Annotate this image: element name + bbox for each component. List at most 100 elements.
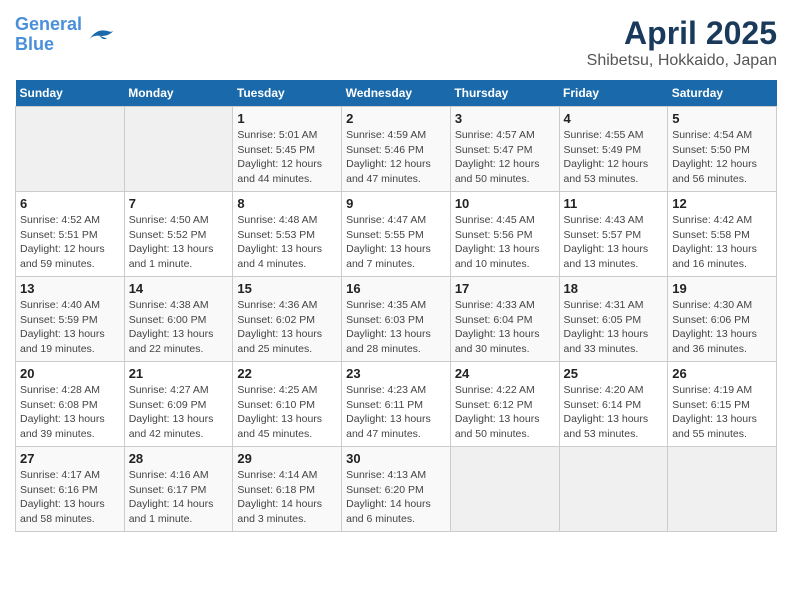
day-number: 13: [20, 281, 120, 296]
calendar-cell: 24 Sunrise: 4:22 AM Sunset: 6:12 PM Dayli…: [450, 362, 559, 447]
logo-bird-icon: [86, 20, 116, 50]
calendar-week-row: 13 Sunrise: 4:40 AM Sunset: 5:59 PM Dayli…: [16, 277, 777, 362]
day-info: Sunrise: 4:57 AM Sunset: 5:47 PM Dayligh…: [455, 128, 555, 187]
day-number: 29: [237, 451, 337, 466]
day-number: 10: [455, 196, 555, 211]
weekday-header-friday: Friday: [559, 80, 668, 107]
day-info: Sunrise: 4:22 AM Sunset: 6:12 PM Dayligh…: [455, 383, 555, 442]
calendar-cell: 19Sunrise: 4:30 AM Sunset: 6:06 PM Dayli…: [668, 277, 777, 362]
logo-text: General Blue: [15, 15, 82, 55]
calendar-cell: 10 Sunrise: 4:45 AM Sunset: 5:56 PM Dayli…: [450, 192, 559, 277]
weekday-header-tuesday: Tuesday: [233, 80, 342, 107]
calendar-week-row: 27 Sunrise: 4:17 AM Sunset: 6:16 PM Dayli…: [16, 447, 777, 532]
location-title: Shibetsu, Hokkaido, Japan: [587, 52, 777, 70]
day-number: 9: [346, 196, 446, 211]
day-number: 16: [346, 281, 446, 296]
day-number: 18: [564, 281, 664, 296]
calendar-cell: 11Sunrise: 4:43 AM Sunset: 5:57 PM Dayli…: [559, 192, 668, 277]
day-info: Sunrise: 4:25 AM Sunset: 6:10 PM Dayligh…: [237, 383, 337, 442]
calendar-table: SundayMondayTuesdayWednesdayThursdayFrid…: [15, 80, 777, 532]
calendar-cell: 21 Sunrise: 4:27 AM Sunset: 6:09 PM Dayli…: [124, 362, 233, 447]
day-info: Sunrise: 4:28 AM Sunset: 6:08 PM Dayligh…: [20, 383, 120, 442]
calendar-cell: 27 Sunrise: 4:17 AM Sunset: 6:16 PM Dayli…: [16, 447, 125, 532]
day-info: Sunrise: 4:19 AM Sunset: 6:15 PM Dayligh…: [672, 383, 772, 442]
day-info: Sunrise: 4:55 AM Sunset: 5:49 PM Dayligh…: [564, 128, 664, 187]
day-info: Sunrise: 4:45 AM Sunset: 5:56 PM Dayligh…: [455, 213, 555, 272]
calendar-cell: 18 Sunrise: 4:31 AM Sunset: 6:05 PM Dayli…: [559, 277, 668, 362]
calendar-cell: [16, 107, 125, 192]
day-number: 22: [237, 366, 337, 381]
calendar-cell: 3Sunrise: 4:57 AM Sunset: 5:47 PM Daylig…: [450, 107, 559, 192]
day-info: Sunrise: 4:48 AM Sunset: 5:53 PM Dayligh…: [237, 213, 337, 272]
calendar-cell: [450, 447, 559, 532]
day-info: Sunrise: 5:01 AM Sunset: 5:45 PM Dayligh…: [237, 128, 337, 187]
day-number: 7: [129, 196, 229, 211]
day-info: Sunrise: 4:52 AM Sunset: 5:51 PM Dayligh…: [20, 213, 120, 272]
day-info: Sunrise: 4:50 AM Sunset: 5:52 PM Dayligh…: [129, 213, 229, 272]
day-number: 25: [564, 366, 664, 381]
day-info: Sunrise: 4:17 AM Sunset: 6:16 PM Dayligh…: [20, 468, 120, 527]
day-number: 6: [20, 196, 120, 211]
day-info: Sunrise: 4:13 AM Sunset: 6:20 PM Dayligh…: [346, 468, 446, 527]
calendar-week-row: 20 Sunrise: 4:28 AM Sunset: 6:08 PM Dayli…: [16, 362, 777, 447]
day-number: 8: [237, 196, 337, 211]
day-info: Sunrise: 4:42 AM Sunset: 5:58 PM Dayligh…: [672, 213, 772, 272]
calendar-cell: 16 Sunrise: 4:35 AM Sunset: 6:03 PM Dayli…: [342, 277, 451, 362]
day-number: 15: [237, 281, 337, 296]
day-number: 27: [20, 451, 120, 466]
logo: General Blue: [15, 15, 116, 55]
header: General Blue April 2025 Shibetsu, Hokkai…: [15, 15, 777, 70]
day-number: 24: [455, 366, 555, 381]
day-number: 11: [564, 196, 664, 211]
day-info: Sunrise: 4:38 AM Sunset: 6:00 PM Dayligh…: [129, 298, 229, 357]
calendar-cell: 6 Sunrise: 4:52 AM Sunset: 5:51 PM Daylig…: [16, 192, 125, 277]
day-number: 17: [455, 281, 555, 296]
calendar-cell: 1Sunrise: 5:01 AM Sunset: 5:45 PM Daylig…: [233, 107, 342, 192]
weekday-header-saturday: Saturday: [668, 80, 777, 107]
weekday-header-monday: Monday: [124, 80, 233, 107]
day-info: Sunrise: 4:33 AM Sunset: 6:04 PM Dayligh…: [455, 298, 555, 357]
calendar-cell: 22 Sunrise: 4:25 AM Sunset: 6:10 PM Dayli…: [233, 362, 342, 447]
logo-line1: General: [15, 14, 82, 34]
calendar-cell: 15Sunrise: 4:36 AM Sunset: 6:02 PM Dayli…: [233, 277, 342, 362]
calendar-cell: 5 Sunrise: 4:54 AM Sunset: 5:50 PM Daylig…: [668, 107, 777, 192]
calendar-cell: 29 Sunrise: 4:14 AM Sunset: 6:18 PM Dayli…: [233, 447, 342, 532]
day-info: Sunrise: 4:20 AM Sunset: 6:14 PM Dayligh…: [564, 383, 664, 442]
day-info: Sunrise: 4:14 AM Sunset: 6:18 PM Dayligh…: [237, 468, 337, 527]
day-info: Sunrise: 4:40 AM Sunset: 5:59 PM Dayligh…: [20, 298, 120, 357]
day-info: Sunrise: 4:23 AM Sunset: 6:11 PM Dayligh…: [346, 383, 446, 442]
day-info: Sunrise: 4:31 AM Sunset: 6:05 PM Dayligh…: [564, 298, 664, 357]
day-number: 21: [129, 366, 229, 381]
calendar-cell: 12 Sunrise: 4:42 AM Sunset: 5:58 PM Dayli…: [668, 192, 777, 277]
day-info: Sunrise: 4:16 AM Sunset: 6:17 PM Dayligh…: [129, 468, 229, 527]
day-number: 12: [672, 196, 772, 211]
calendar-cell: [668, 447, 777, 532]
calendar-cell: 25 Sunrise: 4:20 AM Sunset: 6:14 PM Dayli…: [559, 362, 668, 447]
logo-line2: Blue: [15, 34, 54, 54]
day-info: Sunrise: 4:35 AM Sunset: 6:03 PM Dayligh…: [346, 298, 446, 357]
day-info: Sunrise: 4:54 AM Sunset: 5:50 PM Dayligh…: [672, 128, 772, 187]
title-block: April 2025 Shibetsu, Hokkaido, Japan: [587, 15, 777, 70]
calendar-cell: 9Sunrise: 4:47 AM Sunset: 5:55 PM Daylig…: [342, 192, 451, 277]
calendar-cell: 30 Sunrise: 4:13 AM Sunset: 6:20 PM Dayli…: [342, 447, 451, 532]
day-number: 19: [672, 281, 772, 296]
day-number: 2: [346, 111, 446, 126]
day-number: 30: [346, 451, 446, 466]
calendar-cell: [559, 447, 668, 532]
calendar-cell: 14 Sunrise: 4:38 AM Sunset: 6:00 PM Dayli…: [124, 277, 233, 362]
day-number: 23: [346, 366, 446, 381]
calendar-cell: 2 Sunrise: 4:59 AM Sunset: 5:46 PM Daylig…: [342, 107, 451, 192]
day-number: 5: [672, 111, 772, 126]
calendar-cell: 4Sunrise: 4:55 AM Sunset: 5:49 PM Daylig…: [559, 107, 668, 192]
calendar-cell: 17 Sunrise: 4:33 AM Sunset: 6:04 PM Dayli…: [450, 277, 559, 362]
day-info: Sunrise: 4:27 AM Sunset: 6:09 PM Dayligh…: [129, 383, 229, 442]
day-number: 20: [20, 366, 120, 381]
day-number: 14: [129, 281, 229, 296]
calendar-week-row: 6 Sunrise: 4:52 AM Sunset: 5:51 PM Daylig…: [16, 192, 777, 277]
day-info: Sunrise: 4:59 AM Sunset: 5:46 PM Dayligh…: [346, 128, 446, 187]
calendar-cell: 23 Sunrise: 4:23 AM Sunset: 6:11 PM Dayli…: [342, 362, 451, 447]
day-number: 28: [129, 451, 229, 466]
weekday-header-wednesday: Wednesday: [342, 80, 451, 107]
weekday-header-row: SundayMondayTuesdayWednesdayThursdayFrid…: [16, 80, 777, 107]
day-number: 26: [672, 366, 772, 381]
